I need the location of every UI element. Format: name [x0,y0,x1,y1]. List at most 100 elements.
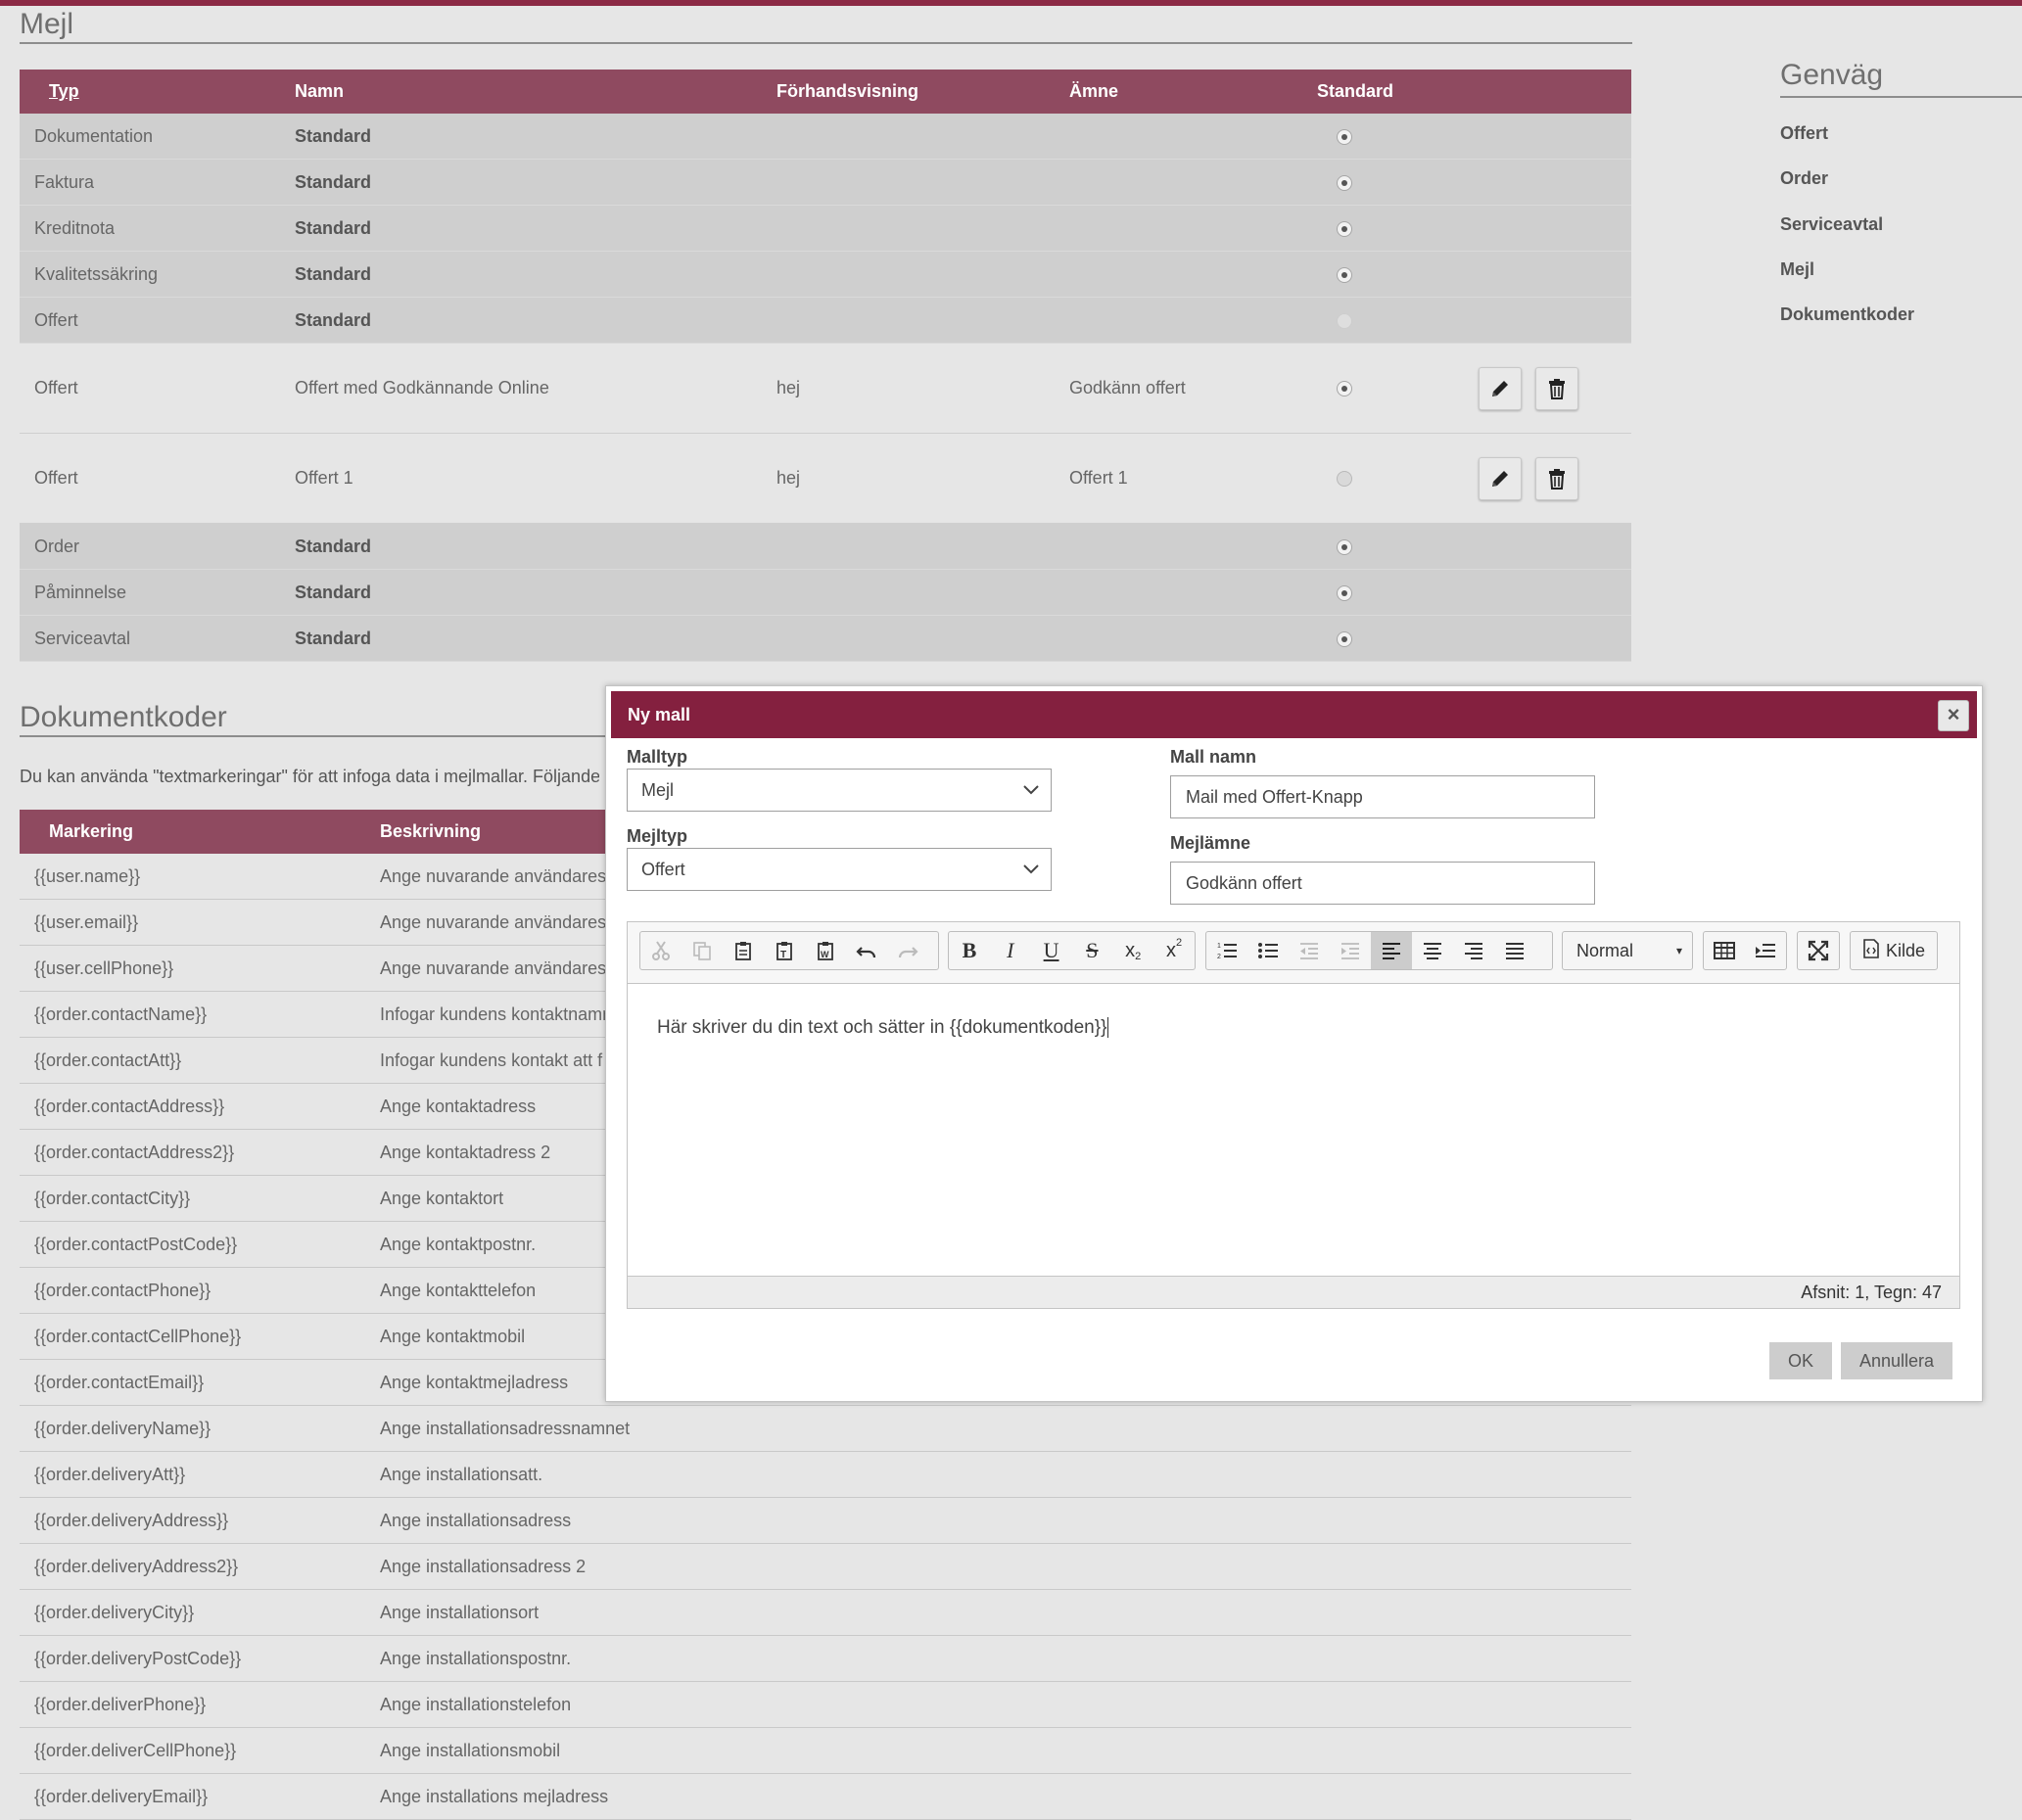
mail-template-row[interactable]: Order Standard [20,523,1631,570]
subject-input[interactable] [1170,862,1595,905]
row-name: Standard [280,159,762,206]
cancel-button[interactable]: Annullera [1841,1342,1952,1379]
mail-type-select[interactable]: Offert [627,848,1052,891]
default-radio[interactable] [1337,630,1352,647]
numbered-list-icon[interactable]: 12 [1206,932,1247,969]
doc-code-row: {{order.deliveryAddress2}} Ange installat… [20,1543,1631,1590]
superscript-icon[interactable]: x2 [1153,932,1195,969]
default-radio[interactable] [1337,174,1352,191]
doc-code-description: Ange installationsadressnamnet [365,1405,1631,1452]
outdent-icon[interactable] [1289,932,1330,969]
chevron-down-icon [1021,849,1041,905]
row-preview [762,251,1055,298]
mail-type-value: Offert [641,860,685,879]
bold-icon[interactable]: B [949,932,990,969]
row-default [1302,433,1479,524]
doc-code-marking: {{order.contactEmail}} [20,1359,365,1406]
doc-code-marking: {{order.contactCellPhone}} [20,1313,365,1360]
chevron-down-icon [1021,770,1041,825]
row-preview [762,114,1055,160]
align-justify-icon[interactable] [1494,932,1535,969]
row-subject [1055,159,1302,206]
subscript-icon[interactable]: x2 [1112,932,1153,969]
copy-icon[interactable] [682,932,723,969]
toolbar-group-paragraph: 12 [1205,931,1553,970]
doc-code-row: {{order.deliveryPostCode}} Ange installat… [20,1635,1631,1682]
mail-template-row[interactable]: Serviceavtal Standard [20,615,1631,662]
close-icon[interactable]: × [1938,700,1969,731]
template-name-input[interactable] [1170,775,1595,818]
default-radio[interactable] [1337,381,1352,397]
mail-template-row[interactable]: Påminnelse Standard [20,569,1631,616]
block-quote-icon[interactable] [1745,932,1786,969]
paste-text-icon[interactable]: T [764,932,805,969]
new-template-dialog: Ny mall × Malltyp Mejl Mejltyp Offert Ma… [605,685,1983,1402]
shortcut-link-dokumentkoder[interactable]: Dokumentkoder [1780,304,1914,325]
paste-icon[interactable] [723,932,764,969]
cut-icon[interactable] [640,932,682,969]
row-name: Offert 1 [280,433,762,524]
default-radio[interactable] [1337,220,1352,237]
trash-icon[interactable] [1535,366,1578,410]
source-button-content[interactable]: Kilde [1851,932,1937,969]
doc-code-marking: {{order.contactPostCode}} [20,1221,365,1268]
align-left-icon[interactable] [1371,932,1412,969]
default-radio[interactable] [1337,538,1352,555]
column-header-type[interactable]: Typ [20,70,280,114]
row-default [1302,251,1479,298]
trash-icon[interactable] [1535,456,1578,500]
mail-template-row[interactable]: Kvalitetssäkring Standard [20,251,1631,298]
mail-template-row[interactable]: Offert Standard [20,297,1631,344]
column-header-preview: Förhandsvisning [762,70,1055,114]
mail-template-row[interactable]: Offert Offert med Godkännande Online hej Go… [20,343,1631,434]
default-radio[interactable] [1337,266,1352,283]
row-preview [762,297,1055,344]
shortcut-link-order[interactable]: Order [1780,168,1828,189]
mail-template-row[interactable]: Offert Offert 1 hej Offert 1 [20,433,1631,524]
default-radio[interactable] [1337,312,1352,329]
mail-template-row[interactable]: Kreditnota Standard [20,205,1631,252]
row-actions [1479,297,1631,344]
doc-code-row: {{order.deliveryEmail}} Ange installation… [20,1773,1631,1820]
doc-code-marking: {{order.contactCity}} [20,1175,365,1222]
mail-template-row[interactable]: Faktura Standard [20,159,1631,206]
template-type-select[interactable]: Mejl [627,769,1052,812]
paste-word-icon[interactable]: W [805,932,846,969]
undo-icon[interactable] [846,932,887,969]
mail-template-row[interactable]: Dokumentation Standard [20,114,1631,160]
maximize-icon[interactable] [1798,932,1839,969]
editor-statusbar: Afsnit: 1, Tegn: 47 [628,1276,1959,1308]
format-select[interactable]: Normal ▾ [1562,931,1693,970]
format-select-box[interactable]: Normal ▾ [1563,932,1690,969]
caret-down-icon: ▾ [1675,944,1682,957]
row-type: Offert [20,297,280,344]
shortcut-link-mejl[interactable]: Mejl [1780,259,1814,280]
doc-code-description: Ange installations mejladress [365,1773,1631,1820]
default-radio[interactable] [1337,128,1352,145]
shortcut-link-offert[interactable]: Offert [1780,123,1828,144]
row-preview [762,159,1055,206]
row-default [1302,343,1479,434]
edit-icon[interactable] [1479,366,1522,410]
indent-icon[interactable] [1330,932,1371,969]
ok-button[interactable]: OK [1769,1342,1832,1379]
table-icon[interactable] [1704,932,1745,969]
row-subject [1055,297,1302,344]
align-right-icon[interactable] [1453,932,1494,969]
redo-icon[interactable] [887,932,928,969]
editor-content[interactable]: Här skriver du din text och sätter in {{… [657,1017,1109,1039]
strikethrough-icon[interactable]: S [1071,932,1112,969]
bulleted-list-icon[interactable] [1247,932,1289,969]
doc-code-marking: {{order.deliveryPostCode}} [20,1635,365,1682]
default-radio[interactable] [1337,584,1352,601]
row-name: Standard [280,205,762,252]
source-button[interactable]: Kilde [1850,931,1938,970]
underline-icon[interactable]: U [1031,932,1072,969]
row-name: Standard [280,615,762,662]
default-radio[interactable] [1337,471,1352,488]
italic-icon[interactable]: I [990,932,1031,969]
edit-icon[interactable] [1479,456,1522,500]
shortcut-link-serviceavtal[interactable]: Serviceavtal [1780,214,1883,235]
align-center-icon[interactable] [1412,932,1453,969]
doc-code-description: Ange installationsort [365,1589,1631,1636]
